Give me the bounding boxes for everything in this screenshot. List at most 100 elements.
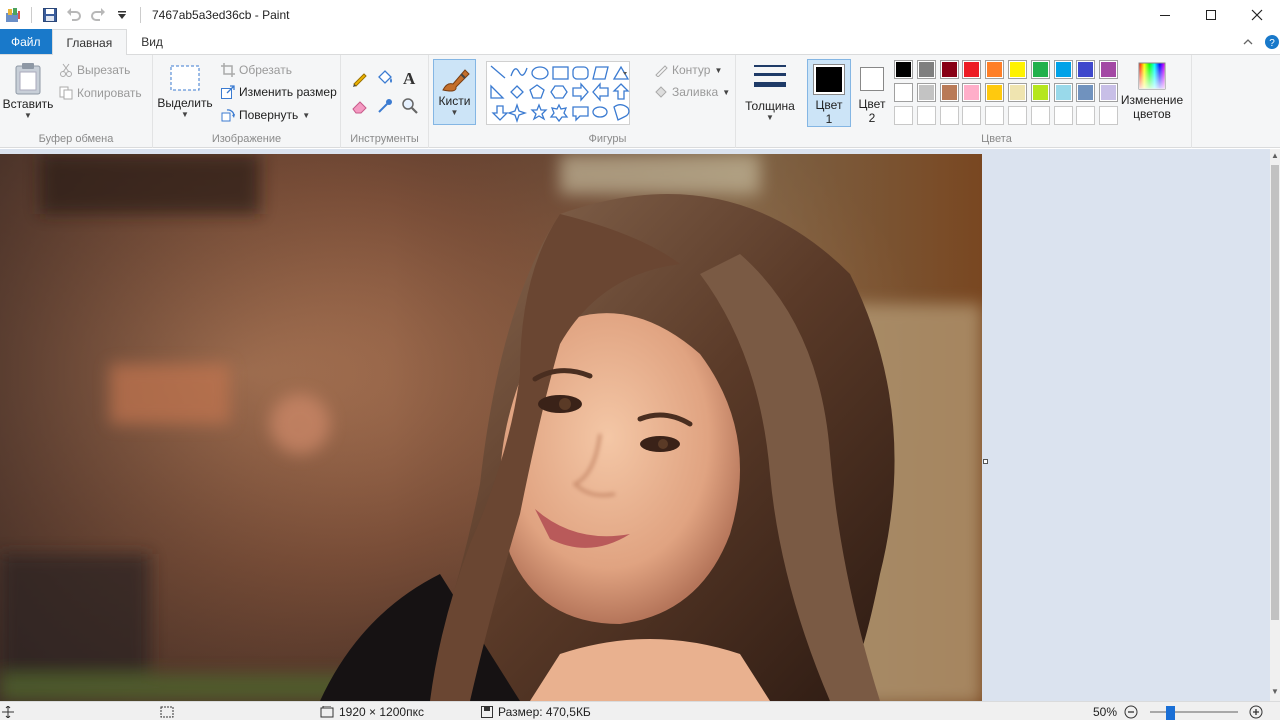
- fill-bucket-icon[interactable]: [376, 69, 394, 90]
- palette-color-swatch[interactable]: [1076, 83, 1096, 102]
- palette-empty-swatch[interactable]: [1030, 106, 1050, 125]
- colors-group-label: Цвета: [981, 133, 1012, 145]
- palette-empty-swatch[interactable]: [1099, 106, 1119, 125]
- minimize-button[interactable]: [1142, 0, 1188, 30]
- redo-icon[interactable]: [89, 6, 107, 24]
- palette-color-swatch[interactable]: [939, 83, 959, 102]
- vertical-scrollbar[interactable]: ▲ ▼: [1270, 149, 1280, 701]
- canvas-workspace[interactable]: [0, 149, 1270, 701]
- palette-color-swatch[interactable]: [1008, 83, 1027, 102]
- filesize-text: Размер: 470,5КБ: [498, 704, 591, 719]
- image-dimensions: 1920 × 1200пкс: [320, 702, 424, 720]
- palette-empty-swatch[interactable]: [939, 106, 959, 125]
- palette-color-swatch[interactable]: [1053, 60, 1073, 79]
- palette-color-swatch[interactable]: [1030, 60, 1050, 79]
- zoom-slider-thumb[interactable]: [1166, 706, 1175, 720]
- outline-label: Контур: [672, 63, 711, 77]
- select-label: Выделить: [157, 96, 213, 110]
- maximize-button[interactable]: [1188, 0, 1234, 30]
- scissors-icon: [60, 63, 72, 77]
- copy-button[interactable]: Копировать: [59, 86, 142, 100]
- chevron-down-icon: ▼: [722, 87, 731, 97]
- scroll-down-icon[interactable]: ▼: [1270, 687, 1280, 701]
- color2-button[interactable]: Цвет 2: [854, 59, 890, 127]
- scroll-up-icon[interactable]: ▲: [1270, 151, 1280, 165]
- color-picker-icon[interactable]: [376, 97, 394, 118]
- help-icon[interactable]: ?: [1264, 34, 1280, 50]
- palette-color-swatch[interactable]: [1030, 83, 1050, 102]
- selection-size: [160, 702, 174, 720]
- palette-color-swatch[interactable]: [916, 83, 936, 102]
- copy-label: Копировать: [77, 86, 142, 100]
- palette-empty-swatch[interactable]: [916, 106, 936, 125]
- palette-color-swatch[interactable]: [985, 83, 1005, 102]
- edit-colors-label-a: Изменение: [1120, 93, 1184, 107]
- collapse-ribbon-icon[interactable]: [1240, 34, 1256, 50]
- palette-empty-swatch[interactable]: [1053, 106, 1073, 125]
- tab-view[interactable]: Вид: [127, 29, 177, 54]
- size-group: Толщина ▼: [736, 55, 802, 148]
- zoom-in-button[interactable]: [1249, 702, 1263, 720]
- save-icon[interactable]: [41, 6, 59, 24]
- zoom-out-icon: [1124, 705, 1138, 718]
- text-icon[interactable]: A: [401, 69, 419, 90]
- palette-color-swatch[interactable]: [1053, 83, 1073, 102]
- palette-empty-swatch[interactable]: [1076, 106, 1096, 125]
- select-button[interactable]: Выделить ▼: [157, 64, 213, 119]
- resize-button[interactable]: Изменить размер: [221, 85, 337, 99]
- brushes-button[interactable]: Кисти ▼: [433, 59, 476, 125]
- zoom-slider-track[interactable]: [1150, 711, 1238, 713]
- color-wheel-icon: [1138, 62, 1166, 90]
- dimensions-text: 1920 × 1200пкс: [339, 704, 424, 719]
- pencil-icon[interactable]: [351, 69, 369, 90]
- eraser-icon[interactable]: [351, 97, 369, 118]
- palette-color-swatch[interactable]: [1099, 60, 1119, 79]
- undo-icon[interactable]: [65, 6, 83, 24]
- crop-icon: [221, 63, 235, 77]
- svg-text:?: ?: [1269, 38, 1275, 49]
- palette-empty-swatch[interactable]: [985, 106, 1005, 125]
- edit-colors-button[interactable]: Изменение цветов: [1118, 61, 1186, 121]
- paste-button[interactable]: Вставить ▼: [2, 61, 54, 120]
- palette-color-swatch[interactable]: [1008, 60, 1027, 79]
- canvas-image[interactable]: [0, 154, 982, 701]
- palette-color-swatch[interactable]: [894, 60, 913, 79]
- color2-fill: [863, 70, 881, 88]
- palette-color-swatch[interactable]: [1076, 60, 1096, 79]
- color1-button[interactable]: Цвет 1: [807, 59, 851, 127]
- cut-button[interactable]: Вырезать: [59, 63, 130, 77]
- palette-color-swatch[interactable]: [962, 60, 982, 79]
- zoom-out-button[interactable]: [1124, 702, 1138, 720]
- palette-empty-swatch[interactable]: [894, 106, 913, 125]
- photo-portrait-image: [0, 154, 982, 701]
- palette-color-swatch[interactable]: [985, 60, 1005, 79]
- size-button[interactable]: Толщина ▼: [742, 63, 798, 122]
- size-label: Толщина: [745, 99, 795, 113]
- palette-color-swatch[interactable]: [1099, 83, 1119, 102]
- resize-icon: [221, 85, 235, 99]
- palette-color-swatch[interactable]: [939, 60, 959, 79]
- outline-button[interactable]: Контур ▼: [654, 63, 722, 77]
- magnifier-icon[interactable]: [401, 97, 419, 118]
- palette-empty-swatch[interactable]: [1008, 106, 1027, 125]
- close-button[interactable]: [1234, 0, 1280, 30]
- copy-icon: [59, 86, 73, 100]
- tab-file[interactable]: Файл: [0, 29, 52, 54]
- chevron-down-icon: ▼: [181, 110, 189, 119]
- palette-color-swatch[interactable]: [916, 60, 936, 79]
- tab-home[interactable]: Главная: [51, 29, 128, 55]
- scrollbar-thumb[interactable]: [1271, 165, 1279, 620]
- resize-handle-right[interactable]: [983, 459, 988, 464]
- paint-app-icon[interactable]: [4, 6, 22, 24]
- fill-button[interactable]: Заливка ▼: [654, 85, 730, 99]
- crop-button[interactable]: Обрезать: [221, 63, 292, 77]
- cursor-position: [2, 702, 14, 720]
- customize-toolbar-icon[interactable]: [113, 6, 131, 24]
- palette-color-swatch[interactable]: [894, 83, 913, 102]
- ribbon: Вставить ▼ Вырезать Копировать Буфер обм…: [0, 55, 1280, 148]
- palette-color-swatch[interactable]: [962, 83, 982, 102]
- crop-label: Обрезать: [239, 63, 292, 77]
- shapes-group-label: Фигуры: [588, 133, 627, 145]
- palette-empty-swatch[interactable]: [962, 106, 982, 125]
- rotate-button[interactable]: Повернуть ▼: [221, 108, 310, 122]
